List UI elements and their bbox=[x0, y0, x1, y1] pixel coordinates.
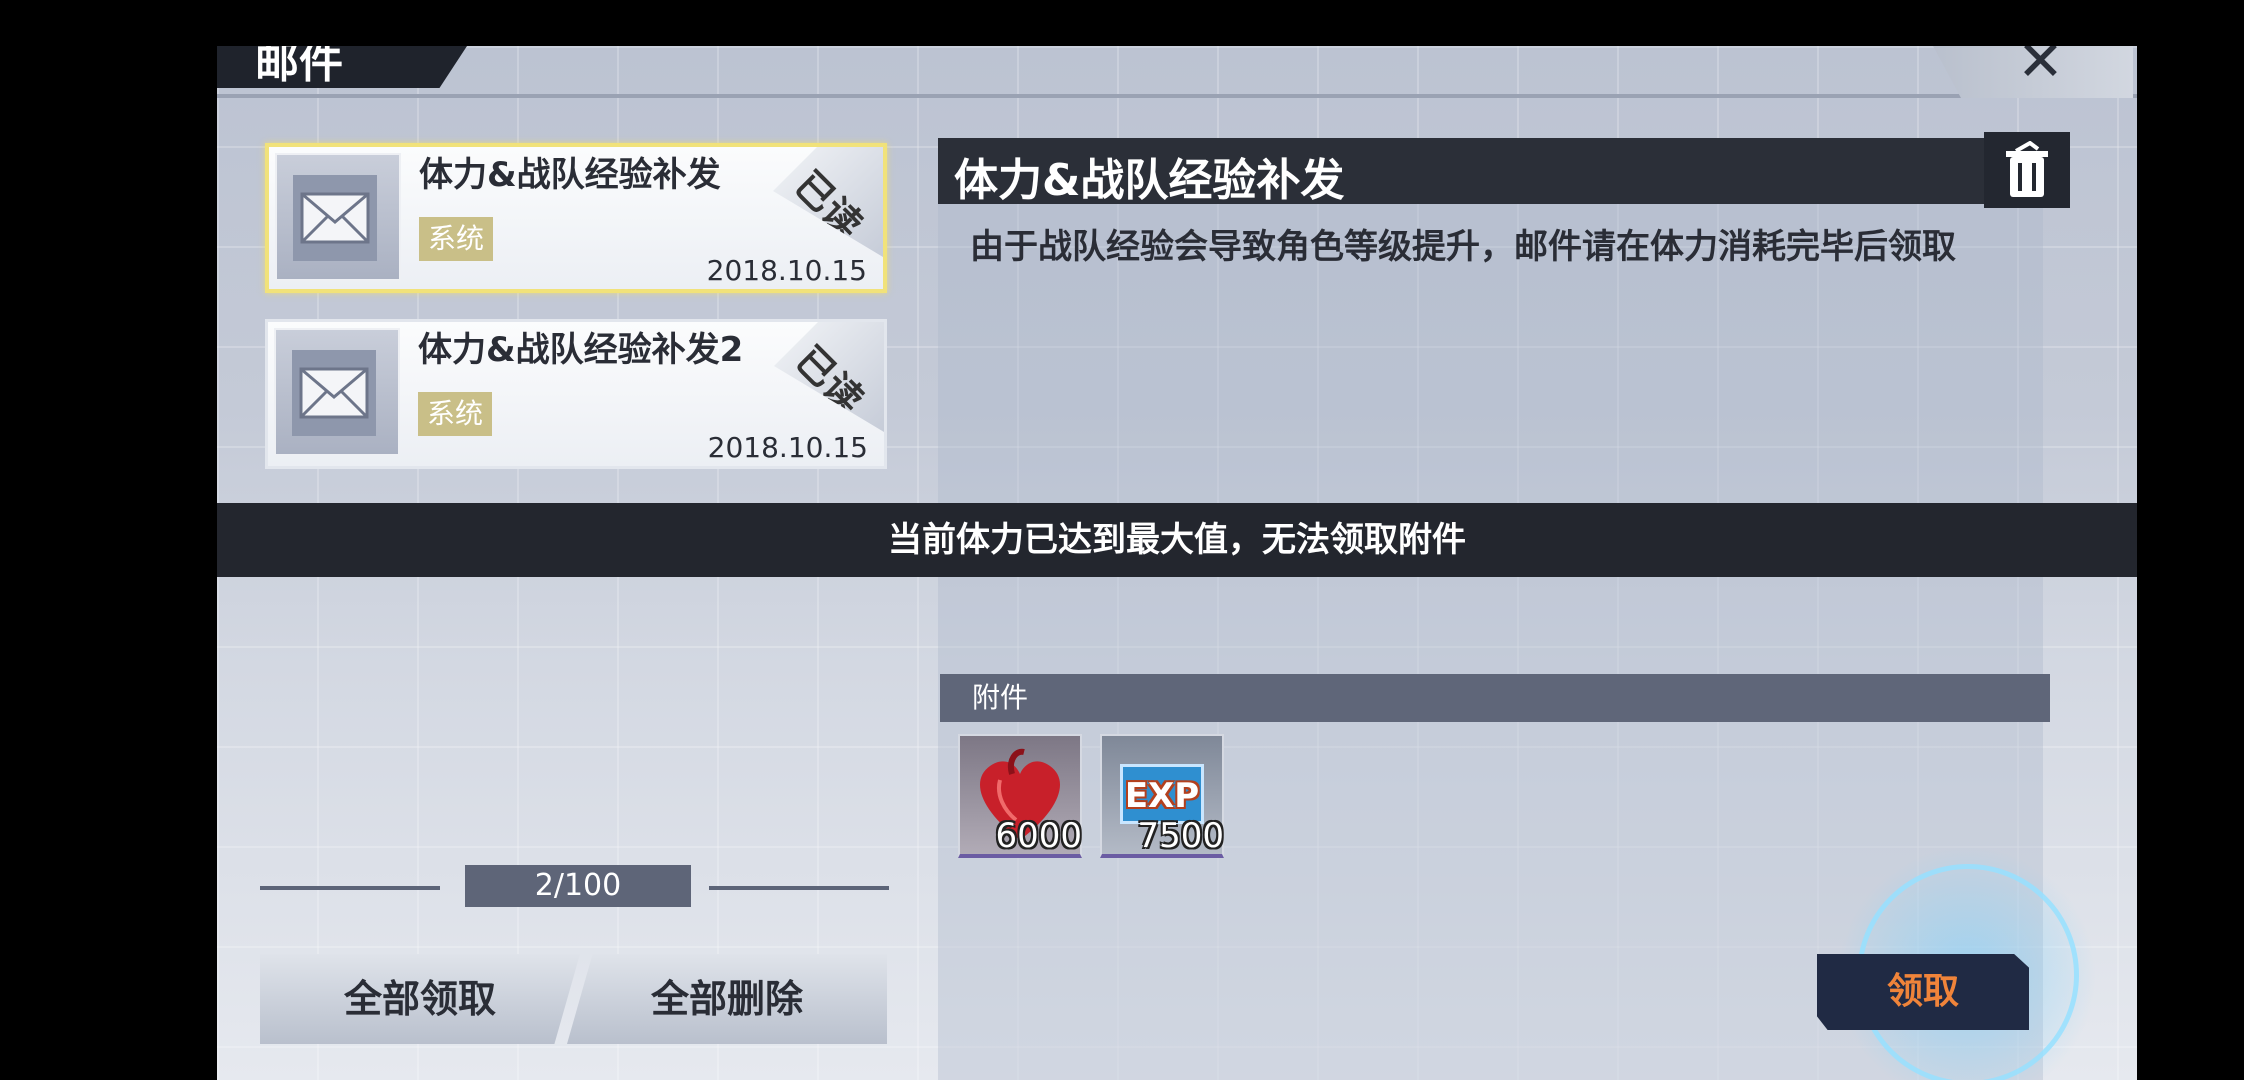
mail-panel: 邮件 ✕ 体力&战队经验补发 系统 2018.10.15 已读 体力&战队经验补… bbox=[217, 46, 2137, 1080]
mail-item-1[interactable]: 体力&战队经验补发 系统 2018.10.15 已读 bbox=[265, 143, 887, 293]
close-icon: ✕ bbox=[2017, 46, 2064, 94]
read-status-label: 已读 bbox=[787, 337, 872, 423]
detail-title: 体力&战队经验补发 bbox=[954, 155, 1345, 206]
mail-tag: 系统 bbox=[418, 392, 492, 436]
detail-message: 由于战队经验会导致角色等级提升，邮件请在体力消耗完毕后领取 bbox=[970, 227, 1956, 267]
read-badge: 已读 bbox=[773, 147, 883, 257]
page-title: 邮件 bbox=[217, 46, 467, 88]
pager-divider-right bbox=[709, 886, 889, 890]
close-button[interactable]: ✕ bbox=[1933, 46, 2133, 98]
mail-envelope-tile bbox=[275, 153, 401, 281]
mail-date: 2018.10.15 bbox=[707, 431, 868, 464]
pager-divider-left bbox=[260, 886, 440, 890]
delete-all-button[interactable]: 全部删除 bbox=[567, 954, 887, 1044]
exp-label: EXP bbox=[1124, 776, 1200, 816]
attachments-header: 附件 bbox=[940, 674, 2050, 722]
attachment-stamina[interactable]: 6000 bbox=[958, 734, 1082, 858]
header-divider bbox=[217, 94, 2137, 98]
claim-button[interactable]: 领取 bbox=[1817, 954, 2029, 1030]
read-badge: 已读 bbox=[774, 322, 884, 432]
toast-message: 当前体力已达到最大值，无法领取附件 bbox=[217, 503, 2137, 577]
attachment-exp[interactable]: EXP 7500 bbox=[1100, 734, 1224, 858]
exp-icon: EXP bbox=[1120, 764, 1204, 824]
attachment-count: 7500 bbox=[1137, 816, 1224, 856]
attachment-count: 6000 bbox=[995, 816, 1082, 856]
mail-title: 体力&战队经验补发 bbox=[419, 155, 721, 195]
mail-envelope-tile bbox=[274, 328, 400, 456]
envelope-icon bbox=[299, 367, 369, 419]
delete-mail-button[interactable] bbox=[1984, 132, 2070, 208]
mail-date: 2018.10.15 bbox=[706, 254, 867, 287]
mail-detail-header: 体力&战队经验补发 bbox=[938, 132, 2070, 208]
read-status-label: 已读 bbox=[786, 162, 871, 248]
claim-all-button[interactable]: 全部领取 bbox=[260, 954, 580, 1044]
envelope-icon bbox=[300, 192, 370, 244]
trash-icon bbox=[2006, 141, 2048, 197]
mail-title: 体力&战队经验补发2 bbox=[418, 330, 744, 370]
mail-item-2[interactable]: 体力&战队经验补发2 系统 2018.10.15 已读 bbox=[265, 319, 887, 469]
mail-count: 2/100 bbox=[465, 865, 691, 907]
mail-tag: 系统 bbox=[419, 217, 493, 261]
